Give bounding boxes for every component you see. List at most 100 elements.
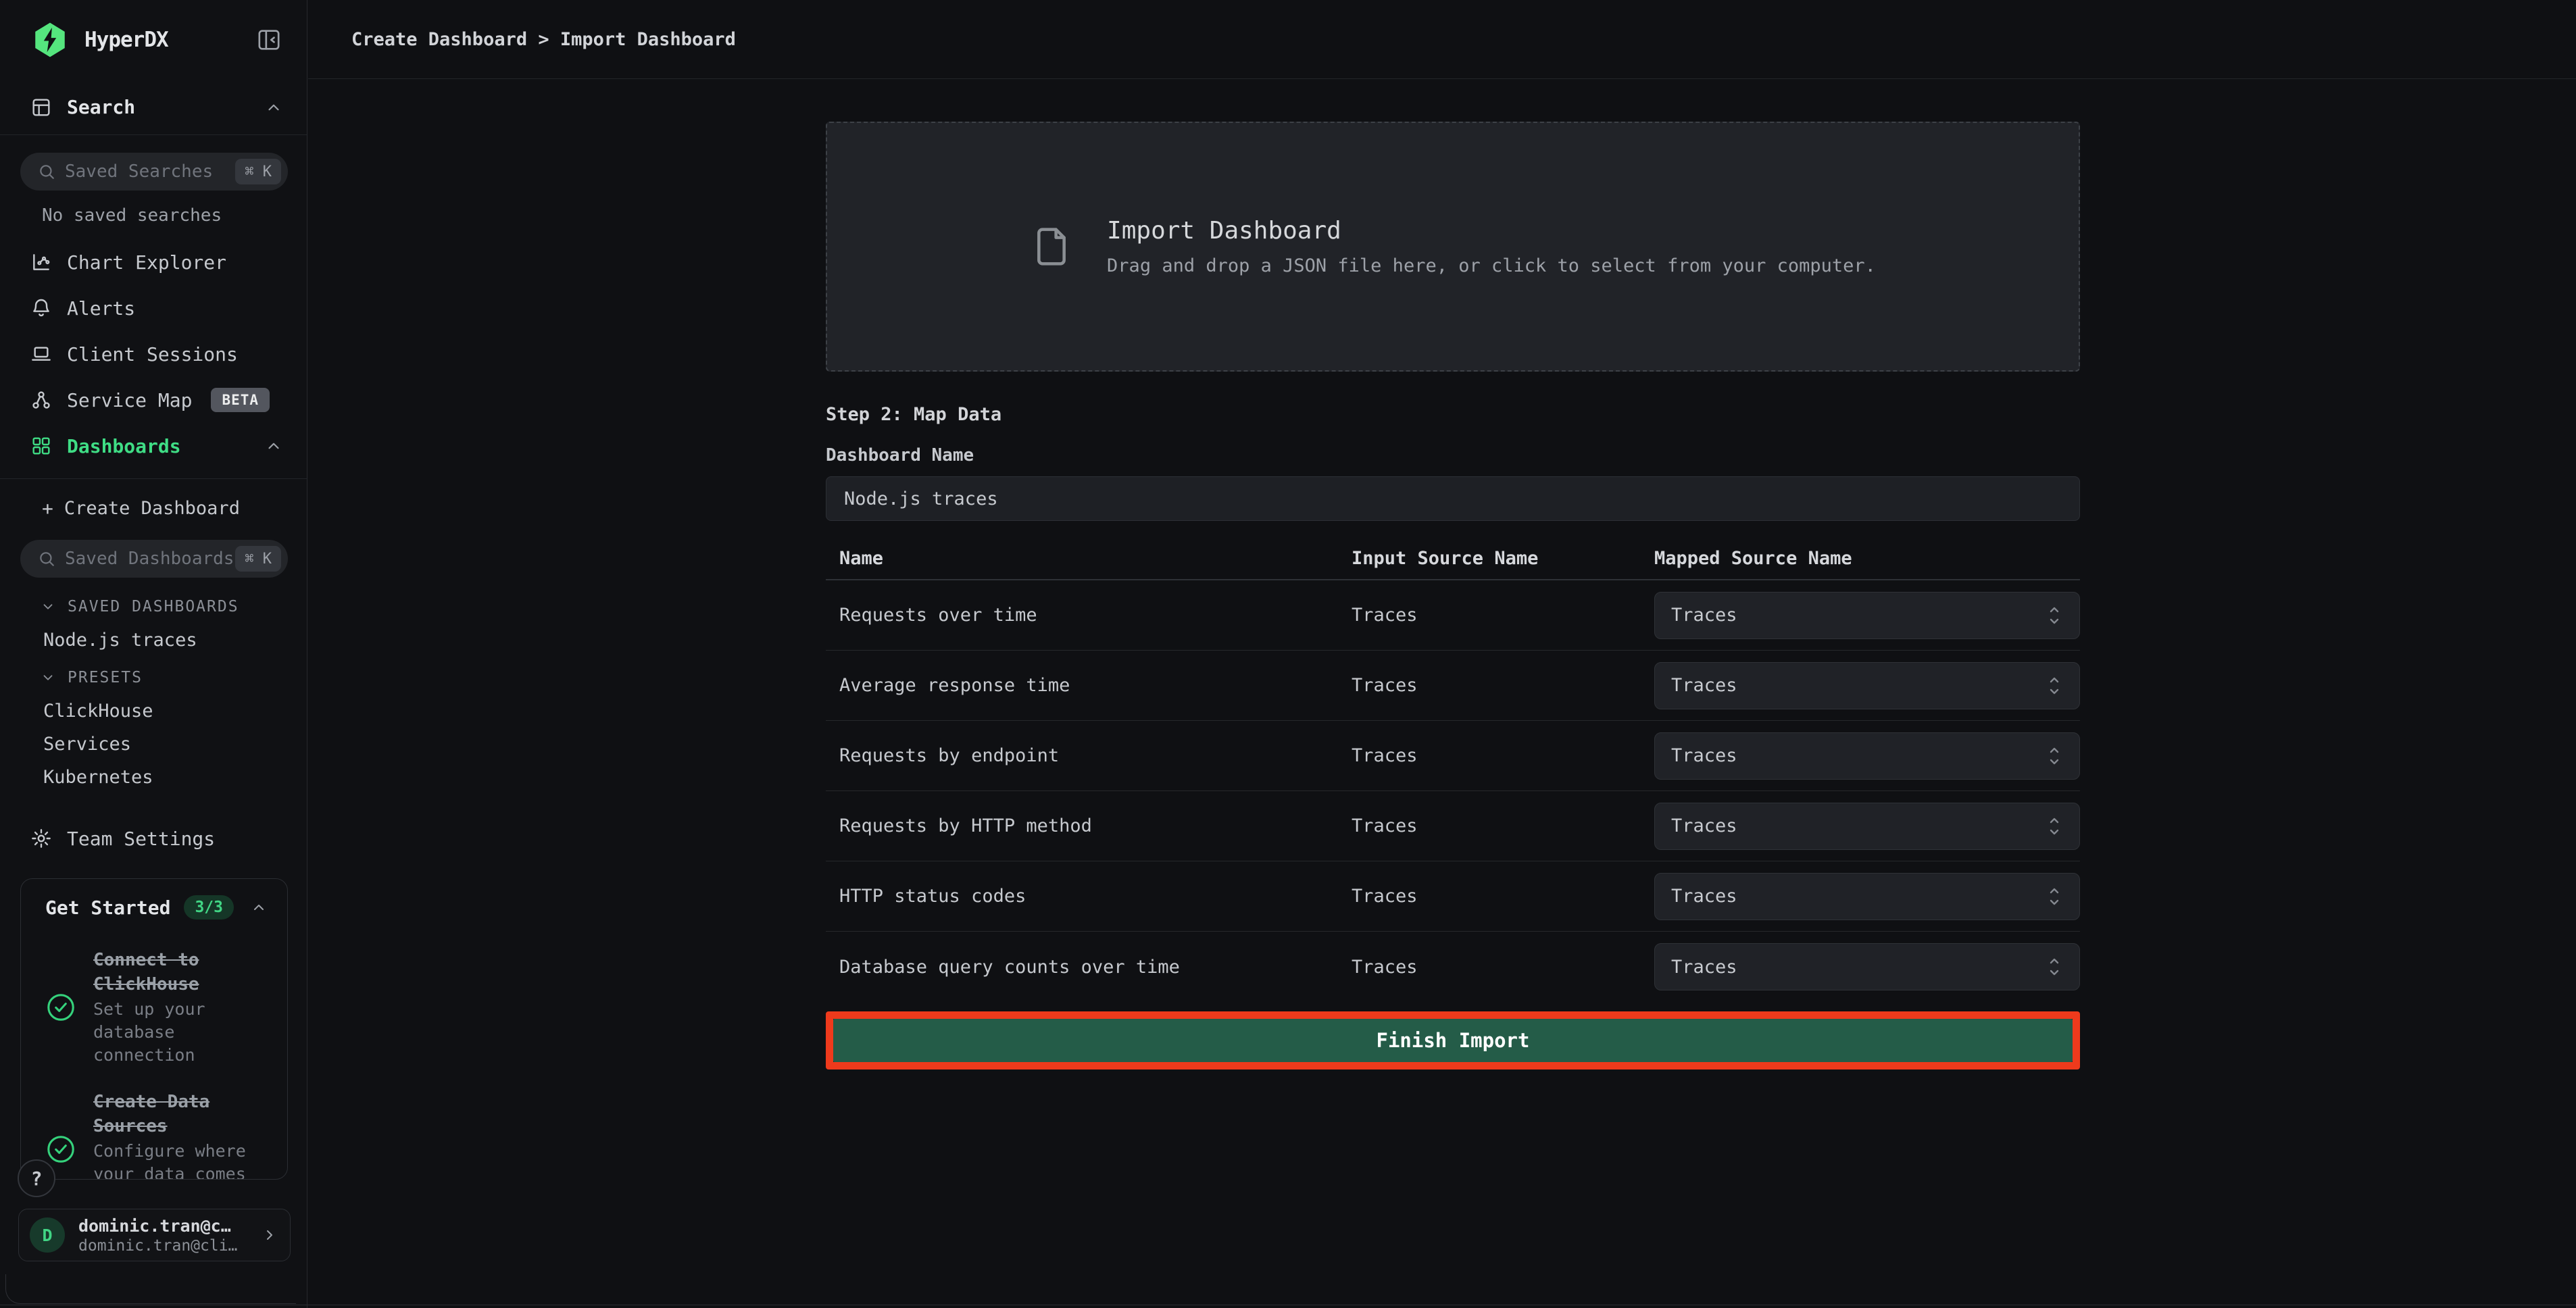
main-content: Import Dashboard Drag and drop a JSON fi…: [826, 79, 2080, 1070]
selected-value: Traces: [1671, 957, 2046, 978]
collapse-sidebar-icon[interactable]: [255, 26, 282, 53]
sidebar-section-search[interactable]: Search: [0, 80, 307, 135]
chevron-down-icon: [41, 670, 55, 685]
sidebar-item-alerts[interactable]: Alerts: [0, 285, 307, 331]
table-row: HTTP status codes Traces Traces: [826, 861, 2080, 932]
mapped-source-select[interactable]: Traces: [1654, 873, 2080, 920]
table-row: Average response time Traces Traces: [826, 651, 2080, 721]
mapped-source-select[interactable]: Traces: [1654, 662, 2080, 709]
step-desc: Configure where your data comes from: [93, 1140, 268, 1180]
sidebar-item-label: Client Sessions: [67, 343, 238, 366]
chevron-up-icon: [265, 99, 282, 116]
click-highlight-annotation: Finish Import: [826, 1011, 2080, 1070]
sidebar-corner: [5, 1274, 296, 1304]
keyboard-shortcut: ⌘ K: [235, 159, 281, 184]
step-desc: Set up your database connection: [93, 998, 268, 1067]
hyperdx-logo-icon: [30, 20, 70, 59]
saved-searches-input[interactable]: [65, 161, 235, 182]
sidebar-header: HyperDX: [0, 0, 307, 80]
mapped-source-select[interactable]: Traces: [1654, 732, 2080, 780]
sidebar-item-client-sessions[interactable]: Client Sessions: [0, 331, 307, 377]
get-started-header[interactable]: Get Started 3/3: [21, 879, 287, 936]
input-source: Traces: [1352, 745, 1654, 766]
table-row: Requests by HTTP method Traces Traces: [826, 791, 2080, 861]
sidebar-section-dashboards[interactable]: Dashboards: [0, 423, 307, 469]
sidebar: HyperDX Search ⌘ K No saved searches: [0, 0, 307, 1308]
preset-link[interactable]: Services: [0, 728, 307, 761]
presets-group[interactable]: PRESETS: [0, 661, 307, 695]
dashboard-name-input[interactable]: [826, 476, 2080, 521]
mapping-table: Name Input Source Name Mapped Source Nam…: [826, 537, 2080, 1002]
user-email: dominic.tran@cli…: [78, 1237, 262, 1255]
table-header-row: Name Input Source Name Mapped Source Nam…: [826, 537, 2080, 580]
step-label: Step 2: Map Data: [826, 404, 2080, 425]
input-source: Traces: [1352, 605, 1654, 626]
input-source: Traces: [1352, 957, 1654, 978]
chevron-updown-icon: [2046, 602, 2063, 629]
chevron-updown-icon: [2046, 883, 2063, 910]
sidebar-item-chart-explorer[interactable]: Chart Explorer: [0, 239, 307, 285]
step-title: Create Data Sources: [93, 1090, 268, 1138]
saved-dashboard-link[interactable]: Node.js traces: [0, 624, 307, 657]
saved-dashboards-input[interactable]: [65, 549, 235, 569]
input-source: Traces: [1352, 886, 1654, 907]
preset-link[interactable]: ClickHouse: [0, 695, 307, 728]
keyboard-shortcut: ⌘ K: [235, 546, 281, 572]
chart-name: Requests by HTTP method: [839, 815, 1352, 836]
divider: [0, 478, 307, 479]
table-row: Requests over time Traces Traces: [826, 580, 2080, 651]
gear-icon: [30, 828, 52, 849]
selected-value: Traces: [1671, 886, 2046, 907]
app-window: HyperDX Search ⌘ K No saved searches: [0, 0, 2576, 1308]
sidebar-item-label: Alerts: [67, 297, 135, 320]
app-title: HyperDX: [84, 28, 255, 52]
chevron-updown-icon: [2046, 813, 2063, 840]
selected-value: Traces: [1671, 605, 2046, 626]
chevron-updown-icon: [2046, 953, 2063, 980]
group-label-text: SAVED DASHBOARDS: [68, 598, 239, 615]
create-dashboard-label: Create Dashboard: [64, 498, 240, 519]
saved-searches-search[interactable]: ⌘ K: [20, 153, 288, 191]
progress-badge: 3/3: [184, 895, 234, 920]
chart-explorer-icon: [30, 251, 52, 273]
service-map-icon: [30, 389, 52, 411]
check-circle-icon: [45, 992, 76, 1023]
laptop-icon: [30, 343, 52, 365]
get-started-card: Get Started 3/3 Connect to ClickHouse Se…: [20, 878, 288, 1180]
preset-link[interactable]: Kubernetes: [0, 761, 307, 794]
dashboards-grid-icon: [30, 435, 52, 457]
check-circle-icon: [45, 1134, 76, 1165]
group-label-text: PRESETS: [68, 669, 143, 686]
help-button[interactable]: ?: [18, 1159, 55, 1197]
saved-dashboards-search[interactable]: ⌘ K: [20, 540, 288, 578]
sidebar-section-label: Dashboards: [67, 435, 265, 457]
input-source: Traces: [1352, 815, 1654, 836]
finish-import-button[interactable]: Finish Import: [833, 1019, 2073, 1062]
chevron-up-icon: [265, 437, 282, 455]
search-icon: [38, 163, 55, 180]
bell-icon: [30, 297, 52, 319]
saved-dashboards-group[interactable]: SAVED DASHBOARDS: [0, 590, 307, 624]
dashboard-name-label: Dashboard Name: [826, 445, 2080, 466]
user-menu[interactable]: D dominic.tran@c… dominic.tran@cli…: [18, 1209, 291, 1261]
breadcrumb: Create Dashboard > Import Dashboard: [351, 29, 736, 50]
create-dashboard-button[interactable]: + Create Dashboard: [0, 487, 307, 529]
mapped-source-select[interactable]: Traces: [1654, 803, 2080, 850]
sidebar-item-service-map[interactable]: Service Map BETA: [0, 377, 307, 423]
mapped-source-select[interactable]: Traces: [1654, 943, 2080, 990]
get-started-step: Connect to ClickHouse Set up your databa…: [21, 948, 287, 1067]
chevron-up-icon: [251, 899, 267, 915]
table-row: Database query counts over time Traces T…: [826, 932, 2080, 1002]
dropzone-title: Import Dashboard: [1107, 217, 1876, 245]
import-dropzone[interactable]: Import Dashboard Drag and drop a JSON fi…: [826, 122, 2080, 372]
mapped-source-select[interactable]: Traces: [1654, 592, 2080, 639]
file-icon: [1030, 220, 1073, 274]
topbar: Create Dashboard > Import Dashboard: [308, 0, 2576, 79]
sidebar-item-team-settings[interactable]: Team Settings: [0, 815, 307, 861]
chart-name: Average response time: [839, 675, 1352, 696]
search-icon: [38, 550, 55, 568]
column-header: Input Source Name: [1352, 548, 1654, 569]
plus-icon: +: [42, 497, 53, 520]
column-header: Mapped Source Name: [1654, 548, 2080, 569]
beta-badge: BETA: [211, 388, 270, 412]
